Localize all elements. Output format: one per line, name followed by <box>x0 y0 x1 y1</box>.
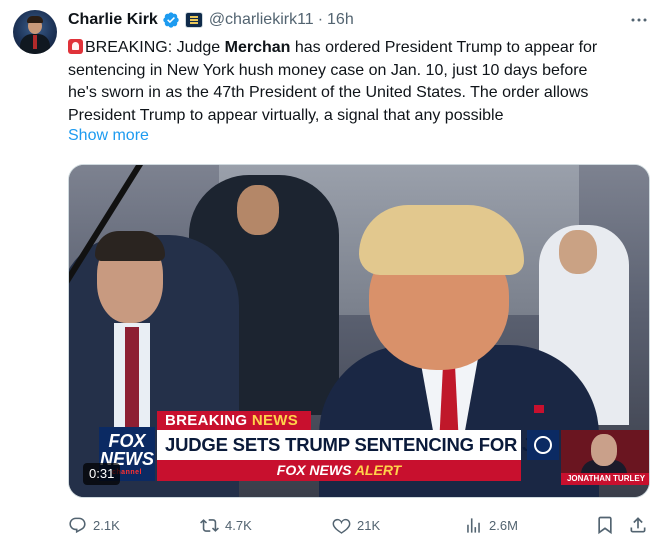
tweet-header: Charlie Kirk @charliekirk11 · 16h <box>68 9 354 31</box>
author-name[interactable]: Charlie Kirk <box>68 11 158 29</box>
reply-icon <box>69 517 86 533</box>
guest-face <box>591 434 617 466</box>
repost-button[interactable]: 4.7K <box>200 512 252 538</box>
show-more-link[interactable]: Show more <box>68 127 149 145</box>
repost-icon <box>200 518 219 532</box>
tweet-text-line-3: he's sworn in as the 47th President of t… <box>68 84 589 101</box>
tweet-text-line-1: BREAKING: Judge Merchan has ordered Pres… <box>68 37 638 60</box>
repost-count: 4.7K <box>225 517 252 533</box>
alert-word-text: ALERT <box>354 462 402 478</box>
verified-badge-icon[interactable] <box>162 11 180 29</box>
tweet-text-line-2: sentencing in New York hush money case o… <box>68 61 588 79</box>
fox-news-alert-bar: FOX NEWS ALERT <box>157 460 521 481</box>
tweet-text: BREAKING: Judge Merchan has ordered Pres… <box>68 37 638 127</box>
reply-button[interactable]: 2.1K <box>68 512 120 538</box>
tweet-time[interactable]: 16h <box>327 11 354 29</box>
news-lower-third: FOX NEWS channel BREAKING NEWS JUDGE SET… <box>99 411 649 485</box>
avatar-hair <box>27 16 43 23</box>
alert-prefix-text: FOX NEWS <box>276 462 352 478</box>
banner-breaking-text: BREAKING <box>165 412 248 429</box>
video-man-left-hair <box>95 231 165 261</box>
avatar-tie <box>33 35 37 49</box>
siren-emoji-icon <box>68 39 83 54</box>
views-chart-icon <box>467 517 480 533</box>
camera-icon <box>527 430 559 460</box>
action-bar: 2.1K 4.7K 21K 2.6M <box>0 512 672 538</box>
guest-inset: JONATHAN TURLEY <box>561 430 649 485</box>
more-horizontal-icon[interactable] <box>630 12 648 28</box>
header-separator: · <box>317 11 324 28</box>
tweet-text-line-4: President Trump to appear virtually, a s… <box>68 106 504 124</box>
bookmark-icon[interactable] <box>595 515 615 535</box>
video-duration: 0:31 <box>83 463 121 485</box>
video-main-subject-hair <box>359 205 524 275</box>
like-count: 21K <box>357 517 381 533</box>
banner-news-text: NEWS <box>251 412 299 429</box>
reply-count: 2.1K <box>93 517 120 533</box>
author-handle[interactable]: @charliekirk11 <box>209 11 314 29</box>
views-button[interactable]: 2.6M <box>464 512 518 538</box>
like-button[interactable]: 21K <box>332 512 380 538</box>
heart-icon <box>332 518 351 534</box>
views-count: 2.6M <box>489 517 518 533</box>
video-officer-left-face <box>237 185 279 235</box>
guest-caption: JONATHAN TURLEY <box>561 473 649 485</box>
avatar[interactable] <box>13 10 57 54</box>
text-segment: BREAKING: Judge <box>85 39 225 56</box>
news-headline: JUDGE SETS TRUMP SENTENCING FOR JAN 10 <box>157 430 584 460</box>
video-player[interactable]: FOX NEWS channel BREAKING NEWS JUDGE SET… <box>68 164 650 498</box>
share-icon[interactable] <box>628 515 648 535</box>
highlighted-name: Merchan <box>224 39 291 56</box>
affiliation-badge-icon[interactable] <box>184 12 203 28</box>
logo-top-text: FOX <box>108 430 146 451</box>
breaking-news-banner: BREAKING NEWS <box>157 411 311 430</box>
text-segment: has ordered President Trump to appear fo… <box>290 39 598 56</box>
